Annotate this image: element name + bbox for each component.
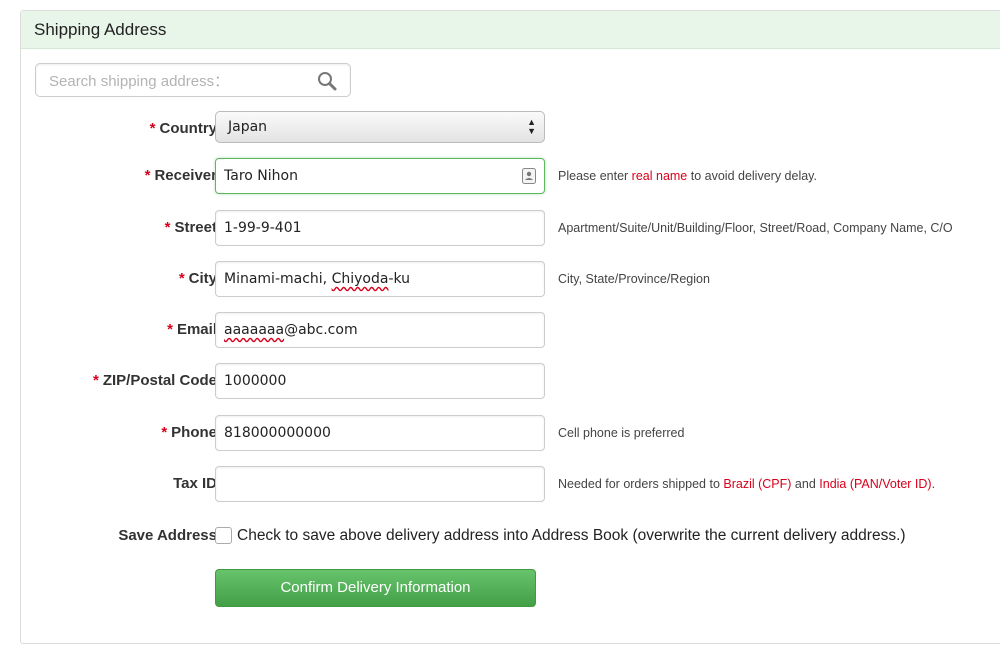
zip-value: 1000000 [224, 373, 287, 389]
receiver-hint-emphasis: real name [631, 169, 688, 183]
city-label: * City [179, 261, 217, 297]
receiver-field[interactable]: Taro Nihon [215, 158, 545, 194]
tax-id-label: Tax ID [173, 475, 217, 492]
tax-hint-text: Needed for orders shipped to [558, 477, 724, 491]
city-value: Minami-machi, Chiyoda-ku [224, 262, 410, 296]
phone-row: * Phone 818000000000 Cell phone is prefer… [21, 415, 1000, 451]
receiver-value: Taro Nihon [224, 168, 298, 184]
street-hint: Apartment/Suite/Unit/Building/Floor, Str… [558, 221, 953, 235]
street-label-text: Street [174, 219, 217, 236]
tax-id-field[interactable] [215, 466, 545, 502]
tax-hint-india: India (PAN/Voter ID) [819, 477, 932, 491]
city-value-misspelled: Chiyoda [331, 271, 389, 287]
tax-hint-period: . [931, 477, 936, 491]
tax-hint-brazil: Brazil (CPF) [723, 477, 792, 491]
zip-label-text: ZIP/Postal Code [102, 372, 217, 389]
street-row: * Street 1-99-9-401 Apartment/Suite/Unit/… [21, 210, 1000, 246]
required-mark: * [161, 424, 168, 441]
panel-title: Shipping Address [21, 11, 1000, 49]
search-box[interactable] [35, 63, 351, 98]
city-value-part-end: -ku [388, 271, 411, 287]
save-address-label: Save Address [118, 527, 217, 544]
tax-id-hint: Needed for orders shipped to Brazil (CPF… [558, 466, 935, 502]
save-address-text[interactable]: Check to save above delivery address int… [237, 518, 906, 554]
tax-id-row: Tax ID Needed for orders shipped to Braz… [21, 466, 1000, 502]
city-hint: City, State/Province/Region [558, 272, 710, 286]
zip-label: * ZIP/Postal Code [93, 363, 217, 399]
save-address-checkbox[interactable] [215, 527, 232, 544]
shipping-address-panel: Shipping Address *Country Japan ▲▼ *Rece… [20, 10, 1000, 644]
email-field[interactable]: aaaaaaa@abc.com [215, 312, 545, 348]
country-value: Japan [228, 119, 268, 135]
required-mark: * [149, 120, 156, 137]
receiver-row: * Receiver Taro Nihon Please enter real n… [21, 158, 1000, 194]
email-value: aaaaaaa@abc.com [224, 313, 358, 347]
city-label-text: City [188, 270, 217, 287]
phone-value: 818000000000 [224, 425, 331, 441]
phone-hint: Cell phone is preferred [558, 426, 685, 440]
required-mark: * [92, 372, 99, 389]
phone-field[interactable]: 818000000000 [215, 415, 545, 451]
country-label-text: Country [159, 120, 218, 137]
country-row: * Country Japan ▲ ▼ [21, 111, 1000, 147]
required-mark: * [167, 321, 173, 338]
tax-hint-and: and [791, 477, 820, 491]
select-arrows-icon: ▲ ▼ [527, 117, 536, 136]
contact-card-icon[interactable] [522, 168, 536, 184]
receiver-hint-text: Please enter [558, 169, 632, 183]
country-select[interactable]: Japan ▲ ▼ [215, 111, 545, 143]
required-mark: * [164, 219, 171, 236]
receiver-hint-text-end: to avoid delivery delay. [687, 169, 817, 183]
receiver-hint: Please enter real name to avoid delivery… [558, 158, 817, 194]
email-row: * Email aaaaaaa@abc.com [21, 312, 1000, 348]
search-icon[interactable] [316, 70, 338, 92]
city-value-part: Minami-machi, [224, 271, 332, 287]
zip-field[interactable]: 1000000 [215, 363, 545, 399]
country-label: * Country [150, 111, 217, 147]
required-mark: * [144, 167, 151, 184]
receiver-label: * Receiver [145, 158, 217, 194]
email-value-domain: @abc.com [284, 322, 358, 338]
email-label-text: Email [176, 321, 217, 338]
city-row: * City Minami-machi, Chiyoda-ku City, Sta… [21, 261, 1000, 297]
city-field[interactable]: Minami-machi, Chiyoda-ku [215, 261, 545, 297]
email-value-misspelled: aaaaaaa [224, 322, 285, 338]
receiver-label-text: Receiver [154, 167, 217, 184]
confirm-delivery-button[interactable]: Confirm Delivery Information [215, 569, 536, 607]
save-address-row: Save Address Check to save above deliver… [21, 518, 1000, 554]
required-mark: * [178, 270, 185, 287]
email-label: * Email [167, 312, 217, 348]
street-label: * Street [165, 210, 217, 246]
phone-label-text: Phone [171, 424, 217, 441]
zip-row: * ZIP/Postal Code 1000000 [21, 363, 1000, 399]
street-field[interactable]: 1-99-9-401 [215, 210, 545, 246]
street-value: 1-99-9-401 [224, 220, 302, 236]
search-input[interactable] [47, 64, 311, 98]
phone-label: * Phone [161, 415, 217, 451]
